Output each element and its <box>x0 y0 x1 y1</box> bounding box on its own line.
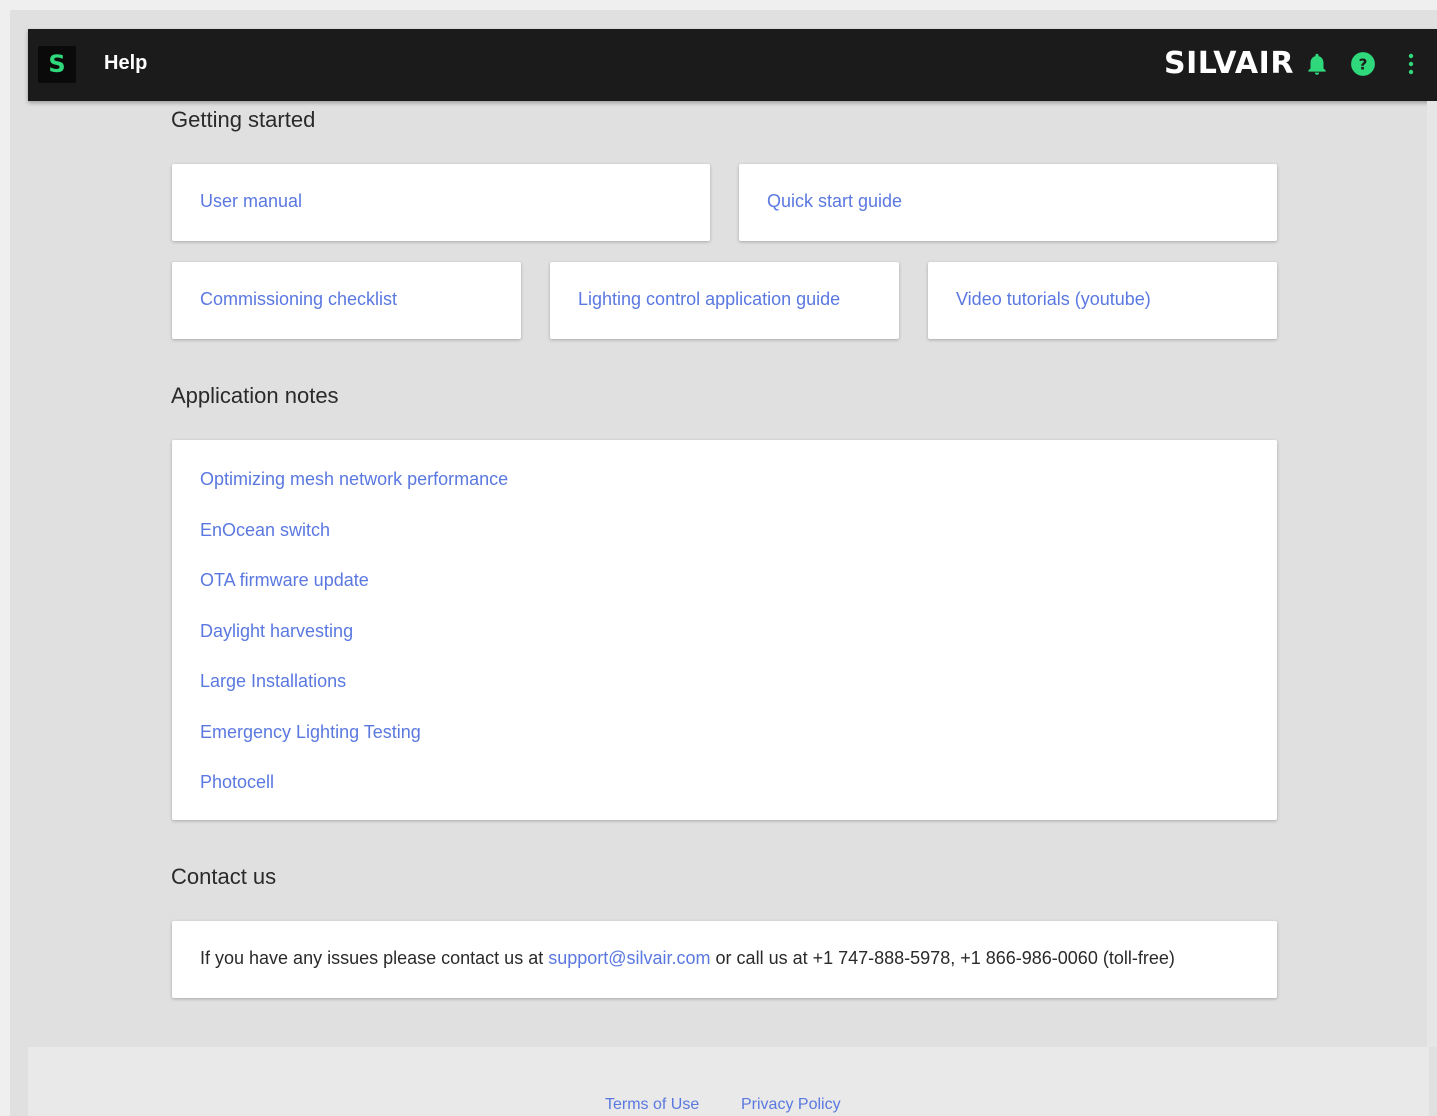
link-user-manual[interactable]: User manual <box>200 191 302 212</box>
link-quick-start-guide[interactable]: Quick start guide <box>767 191 902 212</box>
help-circle-icon: ? <box>1351 52 1375 76</box>
list-item[interactable]: Optimizing mesh network performance <box>200 467 508 518</box>
more-menu-button[interactable] <box>1402 51 1420 77</box>
list-item[interactable]: Daylight harvesting <box>200 619 508 670</box>
contact-text-after: or call us at +1 747-888-5978, +1 866-98… <box>710 948 1175 968</box>
card-user-manual[interactable]: User manual <box>172 164 710 241</box>
link-video-tutorials[interactable]: Video tutorials (youtube) <box>956 289 1151 310</box>
app-logo[interactable]: S <box>38 46 76 83</box>
link-commissioning-checklist[interactable]: Commissioning checklist <box>200 289 397 310</box>
contact-us-heading: Contact us <box>171 864 277 889</box>
list-item[interactable]: EnOcean switch <box>200 518 508 569</box>
card-quick-start-guide[interactable]: Quick start guide <box>739 164 1277 241</box>
list-item[interactable]: Photocell <box>200 770 508 821</box>
page-title: Help <box>104 52 148 74</box>
privacy-policy-link[interactable]: Privacy Policy <box>741 1096 841 1114</box>
contact-text: If you have any issues please contact us… <box>200 948 1175 969</box>
svg-text:?: ? <box>1359 55 1368 73</box>
getting-started-heading: Getting started <box>171 107 316 132</box>
list-item[interactable]: Large Installations <box>200 669 508 720</box>
card-commissioning-checklist[interactable]: Commissioning checklist <box>172 262 521 339</box>
card-lighting-control-guide[interactable]: Lighting control application guide <box>550 262 899 339</box>
bell-icon <box>1308 53 1326 75</box>
scrollbar[interactable] <box>1427 101 1437 1047</box>
more-vert-icon <box>1408 53 1414 75</box>
link-lighting-control-guide[interactable]: Lighting control application guide <box>578 289 840 310</box>
help-button[interactable]: ? <box>1350 51 1376 77</box>
application-notes-heading: Application notes <box>171 383 339 408</box>
notifications-button[interactable] <box>1304 51 1330 77</box>
brand-logo: SILVAIR <box>1164 46 1294 81</box>
support-email-link[interactable]: support@silvair.com <box>548 948 710 968</box>
contact-text-before: If you have any issues please contact us… <box>200 948 549 968</box>
card-video-tutorials[interactable]: Video tutorials (youtube) <box>928 262 1277 339</box>
terms-of-use-link[interactable]: Terms of Use <box>605 1096 699 1114</box>
footer: Terms of Use Privacy Policy <box>28 1047 1429 1116</box>
list-item[interactable]: OTA firmware update <box>200 568 508 619</box>
application-notes-list: Optimizing mesh network performance EnOc… <box>200 467 508 821</box>
contact-card: If you have any issues please contact us… <box>172 921 1277 998</box>
list-item[interactable]: Emergency Lighting Testing <box>200 720 508 771</box>
app-bar: S Help SILVAIR ? <box>28 29 1437 101</box>
application-notes-card: Optimizing mesh network performance EnOc… <box>172 440 1277 820</box>
